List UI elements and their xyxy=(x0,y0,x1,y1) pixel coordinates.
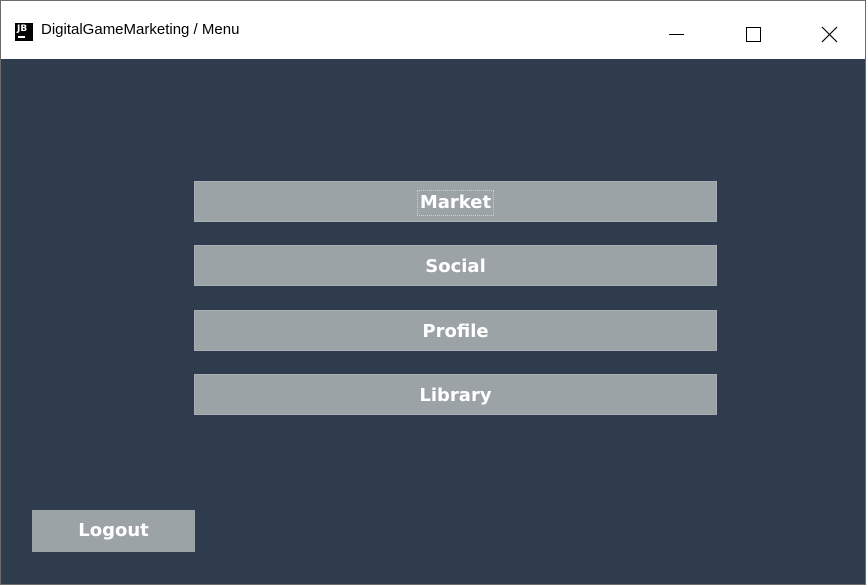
library-button-label: Library xyxy=(419,385,492,406)
market-button-label: Market xyxy=(416,190,495,216)
market-button[interactable]: Market xyxy=(194,181,717,222)
maximize-button[interactable] xyxy=(732,11,778,51)
social-button[interactable]: Social xyxy=(194,245,717,286)
profile-button-label: Profile xyxy=(422,321,489,342)
library-button[interactable]: Library xyxy=(194,374,717,415)
logout-button[interactable]: Logout xyxy=(32,510,195,552)
close-icon xyxy=(821,26,838,43)
maximize-icon xyxy=(746,27,761,42)
window-title: DigitalGameMarketing / Menu xyxy=(41,21,240,38)
minimize-button[interactable] xyxy=(656,11,702,51)
jetbrains-app-icon: JB xyxy=(15,23,33,41)
app-icon-text: JB xyxy=(17,24,28,34)
social-button-label: Social xyxy=(425,256,486,277)
app-window: JB DigitalGameMarketing / Menu Market So… xyxy=(0,0,866,585)
close-button[interactable] xyxy=(808,11,854,51)
menu-panel: Market Social Profile Library Logout xyxy=(1,59,865,584)
profile-button[interactable]: Profile xyxy=(194,310,717,351)
title-bar[interactable]: JB DigitalGameMarketing / Menu xyxy=(1,1,865,59)
minimize-icon xyxy=(669,34,684,35)
